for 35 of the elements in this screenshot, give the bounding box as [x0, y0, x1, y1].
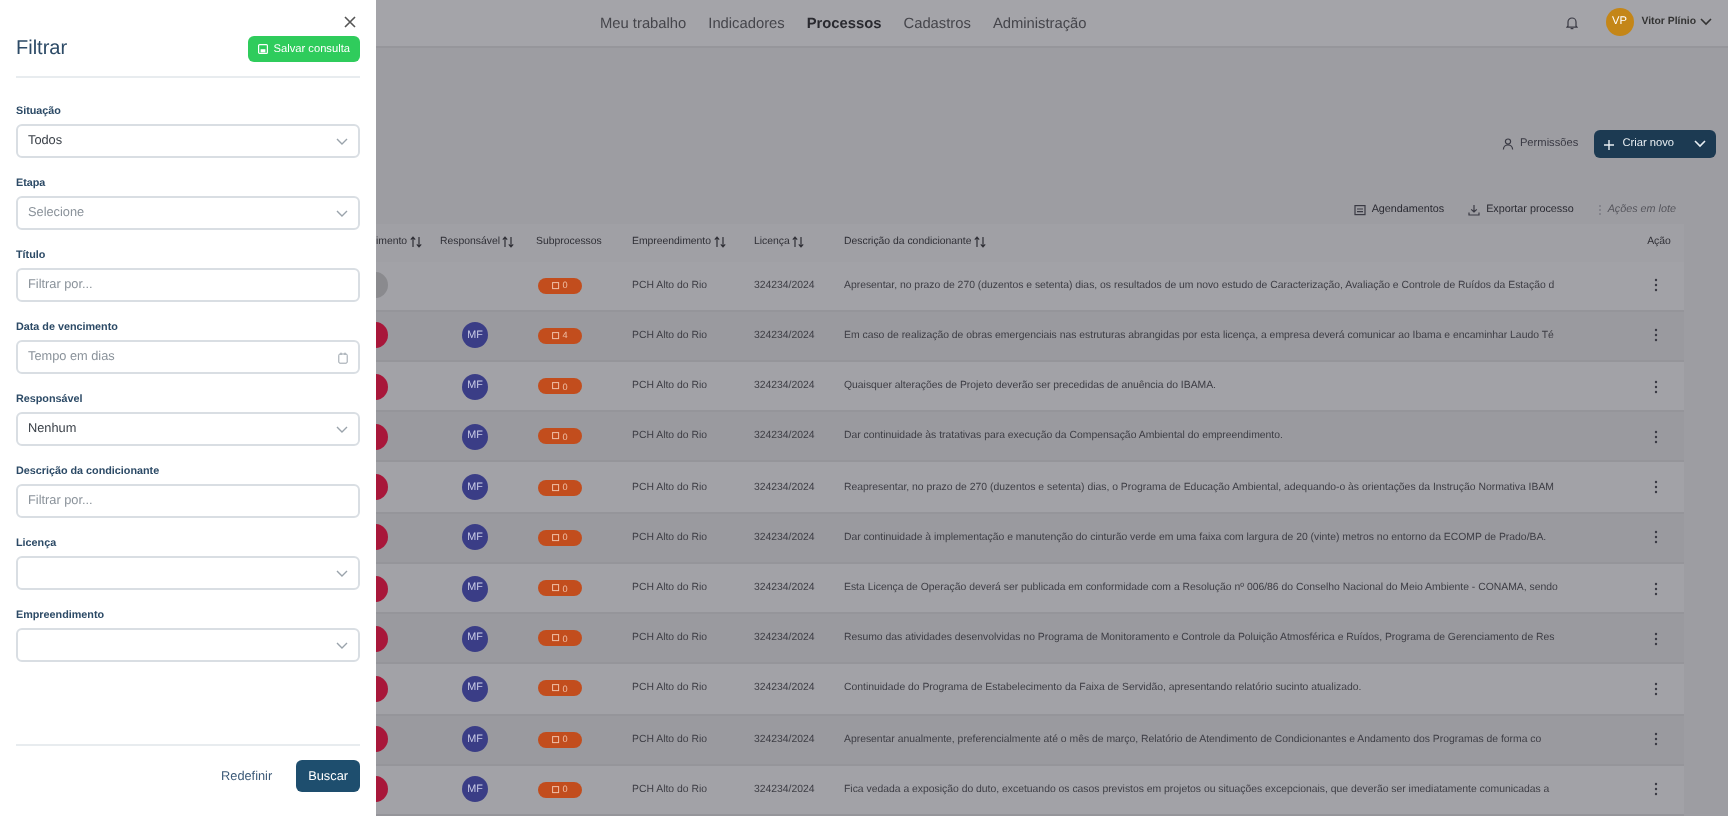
- drawer-title: Filtrar: [16, 38, 68, 60]
- chevron-down-icon: [336, 137, 348, 145]
- sort-icon: [791, 236, 804, 249]
- more-button[interactable]: [1650, 779, 1662, 800]
- more-button[interactable]: [1650, 426, 1662, 447]
- chevron-down-icon: [1694, 140, 1706, 148]
- sort-icon: [713, 236, 726, 249]
- select-field[interactable]: [16, 628, 360, 662]
- calendar-list-icon: [1353, 203, 1366, 216]
- chevron-down-icon[interactable]: [1700, 18, 1712, 27]
- chevron-down-icon: [336, 569, 348, 577]
- close-button[interactable]: [340, 12, 360, 32]
- plus-icon: [1604, 139, 1615, 149]
- chevron-down-icon: [336, 209, 348, 217]
- chevron-down-icon: [336, 425, 348, 433]
- more-button[interactable]: [1650, 325, 1662, 346]
- sort-icon: [502, 236, 514, 249]
- more-button[interactable]: [1650, 527, 1662, 548]
- sort-icon: [973, 236, 986, 249]
- close-icon: [344, 16, 356, 28]
- more-button[interactable]: [1650, 376, 1662, 397]
- more-button[interactable]: [1650, 628, 1662, 649]
- calendar-icon: [338, 351, 348, 363]
- select-field[interactable]: [16, 556, 360, 590]
- more-button[interactable]: [1650, 729, 1662, 750]
- download-icon: [1468, 203, 1481, 216]
- more-button[interactable]: [1650, 678, 1662, 699]
- save-icon: [257, 44, 268, 54]
- sort-icon: [409, 236, 422, 249]
- bell-icon[interactable]: [1565, 15, 1578, 30]
- more-button[interactable]: [1650, 477, 1662, 498]
- chevron-down-icon: [336, 641, 348, 649]
- more-button[interactable]: [1650, 275, 1662, 296]
- more-button[interactable]: [1650, 578, 1662, 599]
- user-icon: [1501, 138, 1514, 150]
